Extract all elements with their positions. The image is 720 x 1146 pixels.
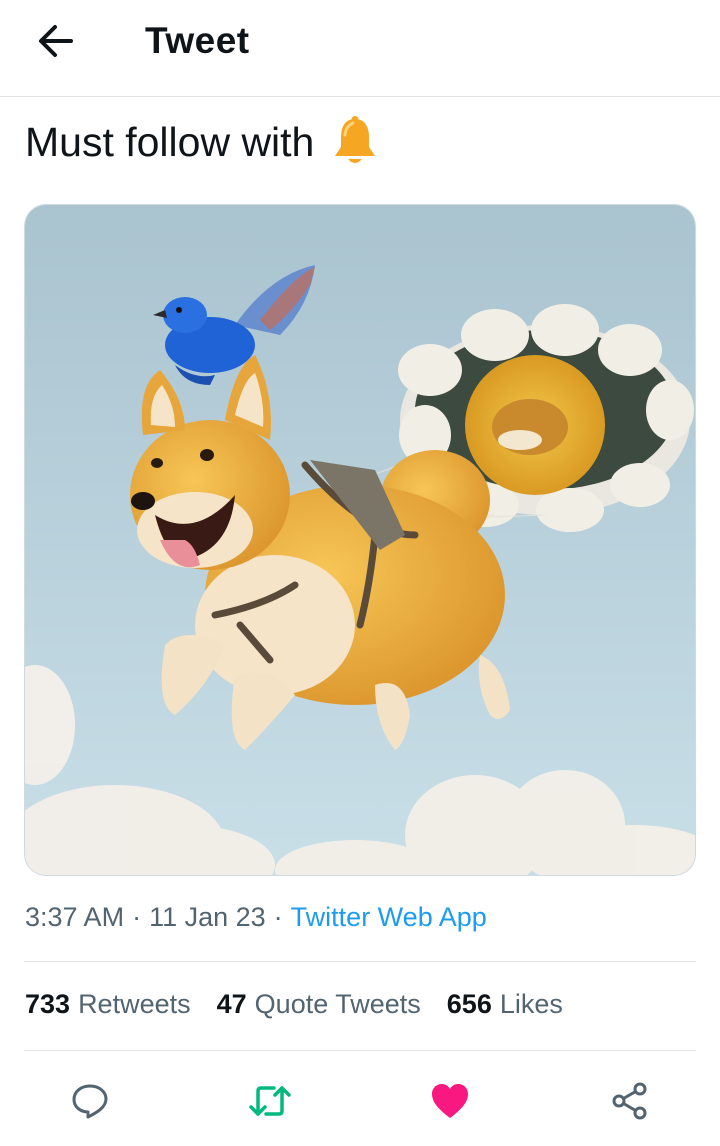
- bell-icon: [332, 115, 378, 169]
- meta-separator: ·: [273, 902, 283, 932]
- quote-tweets-label: Quote Tweets: [254, 989, 421, 1019]
- share-icon: [612, 1082, 647, 1120]
- tweet-time: 3:37 AM: [25, 902, 125, 932]
- comment-icon: [72, 1084, 108, 1119]
- tweet-source-link[interactable]: Twitter Web App: [291, 902, 487, 932]
- tweet-body: Must follow with: [25, 115, 378, 169]
- retweets-stat[interactable]: 733 Retweets: [25, 989, 191, 1020]
- reply-button[interactable]: [67, 1078, 113, 1124]
- heart-filled-icon: [432, 1084, 468, 1118]
- share-button[interactable]: [607, 1078, 653, 1124]
- retweet-button[interactable]: [247, 1078, 293, 1124]
- like-button[interactable]: [427, 1078, 473, 1124]
- engagement-stats: 733 Retweets 47 Quote Tweets 656 Likes: [25, 989, 589, 1020]
- quote-tweets-stat[interactable]: 47 Quote Tweets: [217, 989, 421, 1020]
- tweet-date: 11 Jan 23: [149, 902, 266, 932]
- likes-label: Likes: [499, 989, 563, 1019]
- divider: [24, 1050, 696, 1051]
- back-button[interactable]: [30, 18, 82, 64]
- retweets-count: 733: [25, 989, 71, 1019]
- tweet-text: Must follow with: [25, 118, 315, 165]
- page-title: Tweet: [145, 20, 250, 61]
- retweet-icon: [249, 1086, 291, 1116]
- arrow-left-icon: [39, 25, 73, 57]
- tweet-action-bar: [0, 1068, 720, 1132]
- tweet-media-image[interactable]: [24, 204, 696, 876]
- likes-count: 656: [446, 989, 492, 1019]
- retweets-label: Retweets: [78, 989, 191, 1019]
- top-app-bar: Tweet: [0, 0, 720, 97]
- tweet-meta: 3:37 AM · 11 Jan 23 · Twitter Web App: [25, 902, 487, 933]
- meta-separator: ·: [132, 902, 142, 932]
- likes-stat[interactable]: 656 Likes: [447, 989, 563, 1020]
- divider: [24, 961, 696, 962]
- quote-tweets-count: 47: [216, 989, 247, 1019]
